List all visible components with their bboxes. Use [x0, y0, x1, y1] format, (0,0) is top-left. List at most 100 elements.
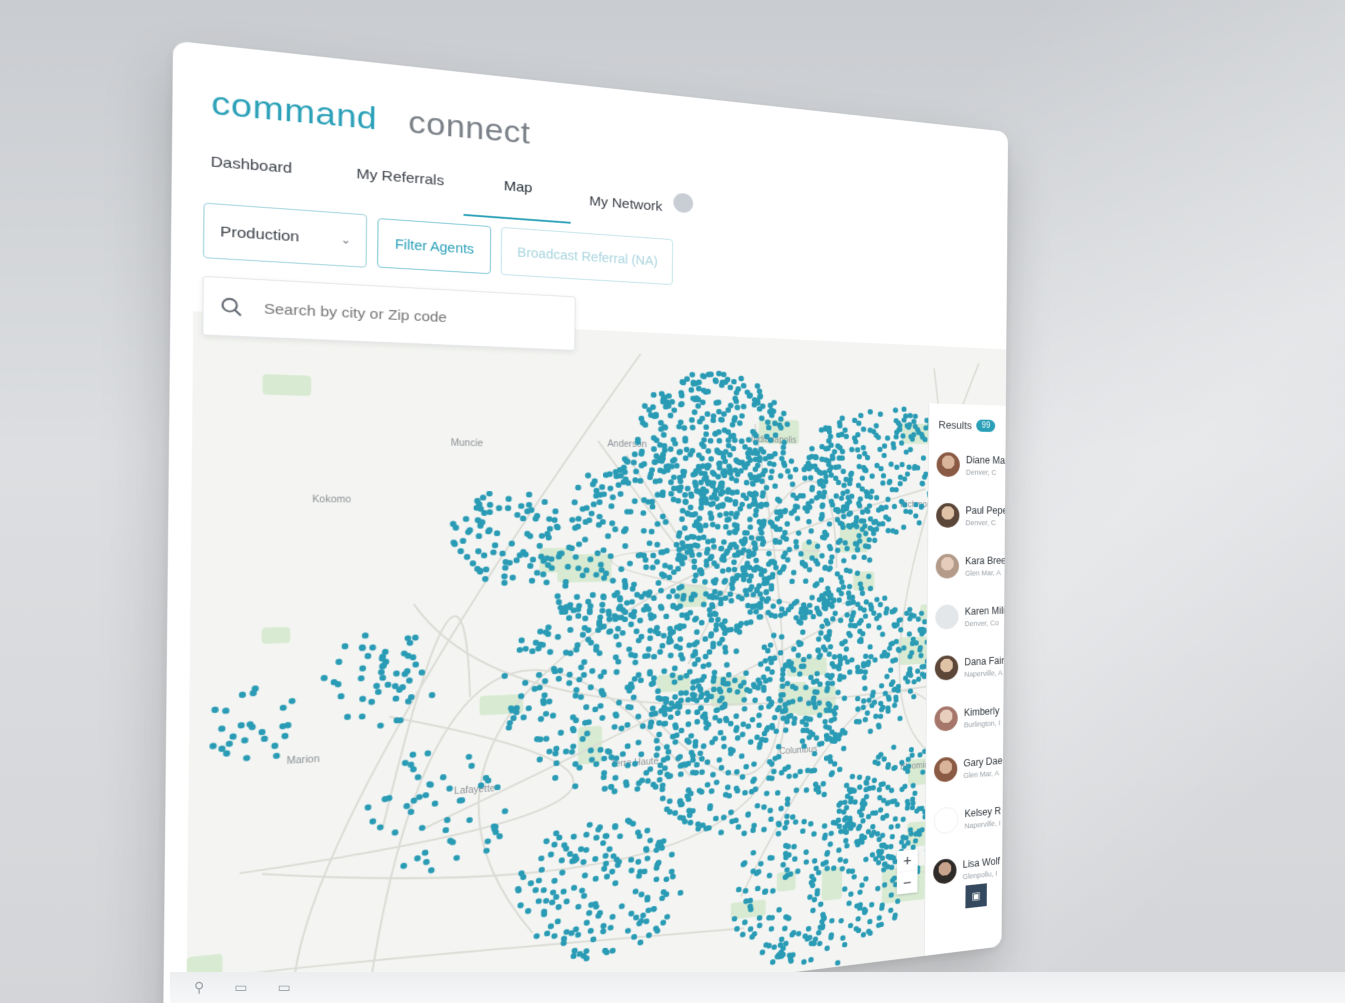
agent-map-pin[interactable]: [258, 728, 266, 736]
agent-map-pin[interactable]: [359, 695, 367, 703]
agent-map-pin[interactable]: [803, 787, 810, 794]
agent-map-pin[interactable]: [672, 809, 679, 817]
agent-map-pin[interactable]: [401, 759, 409, 767]
agent-map-pin[interactable]: [915, 616, 921, 622]
agent-map-pin[interactable]: [720, 371, 727, 378]
agent-map-pin[interactable]: [651, 653, 658, 660]
agent-map-pin[interactable]: [577, 694, 585, 701]
agent-map-pin[interactable]: [344, 713, 351, 721]
agent-map-pin[interactable]: [793, 543, 800, 550]
agent-map-pin[interactable]: [891, 503, 898, 510]
agent-map-pin[interactable]: [718, 829, 724, 836]
agent-map-pin[interactable]: [681, 425, 688, 431]
agent-map-pin[interactable]: [480, 552, 488, 559]
agent-map-pin[interactable]: [702, 470, 708, 477]
keyboard-icon[interactable]: ▭: [234, 979, 247, 996]
agent-map-pin[interactable]: [865, 508, 871, 515]
agent-map-pin[interactable]: [357, 675, 365, 682]
agent-map-pin[interactable]: [636, 920, 643, 927]
agent-map-pin[interactable]: [818, 901, 824, 908]
agent-map-pin[interactable]: [612, 774, 619, 781]
agent-map-pin[interactable]: [567, 626, 574, 633]
agent-map-pin[interactable]: [879, 706, 885, 713]
agent-map-pin[interactable]: [627, 560, 633, 567]
agent-map-pin[interactable]: [752, 499, 758, 506]
agent-map-pin[interactable]: [551, 841, 558, 848]
agent-map-pin[interactable]: [728, 510, 735, 517]
agent-map-pin[interactable]: [699, 372, 706, 379]
agent-map-pin[interactable]: [760, 490, 766, 496]
agent-map-pin[interactable]: [640, 527, 647, 534]
agent-map-pin[interactable]: [716, 408, 722, 415]
agent-map-pin[interactable]: [609, 520, 616, 527]
agent-map-pin[interactable]: [812, 936, 819, 943]
agent-map-pin[interactable]: [738, 375, 745, 382]
agent-map-pin[interactable]: [465, 753, 473, 760]
agent-map-pin[interactable]: [842, 858, 849, 865]
agent-map-pin[interactable]: [518, 637, 525, 644]
agent-map-pin[interactable]: [677, 889, 684, 896]
agent-map-pin[interactable]: [786, 546, 793, 553]
agent-map-pin[interactable]: [508, 540, 515, 547]
agent-map-pin[interactable]: [501, 573, 508, 580]
agent-map-pin[interactable]: [733, 648, 740, 655]
agent-map-pin[interactable]: [358, 713, 366, 720]
agent-map-pin[interactable]: [692, 616, 698, 623]
agent-map-pin[interactable]: [829, 680, 836, 687]
agent-map-pin[interactable]: [699, 455, 705, 462]
agent-map-pin[interactable]: [818, 478, 825, 484]
agent-map-pin[interactable]: [582, 615, 589, 622]
agent-map-pin[interactable]: [711, 491, 718, 498]
agent-map-pin[interactable]: [542, 710, 550, 717]
agent-map-pin[interactable]: [599, 484, 606, 491]
agent-map-pin[interactable]: [904, 610, 910, 617]
agent-map-pin[interactable]: [650, 391, 657, 398]
agent-map-pin[interactable]: [546, 516, 553, 522]
agent-map-pin[interactable]: [554, 593, 561, 600]
agent-map-pin[interactable]: [704, 411, 711, 417]
agent-map-pin[interactable]: [667, 652, 674, 659]
agent-map-pin[interactable]: [891, 744, 897, 751]
agent-map-pin[interactable]: [713, 626, 719, 633]
agent-map-pin[interactable]: [762, 657, 769, 664]
agent-map-pin[interactable]: [666, 798, 673, 805]
agent-map-pin[interactable]: [637, 477, 644, 484]
agent-map-pin[interactable]: [731, 566, 738, 573]
agent-map-pin[interactable]: [646, 540, 653, 547]
agent-map-pin[interactable]: [757, 661, 764, 668]
agent-map-pin[interactable]: [571, 884, 578, 891]
agent-map-pin[interactable]: [672, 739, 679, 746]
agent-map-pin[interactable]: [619, 629, 626, 636]
agent-map-pin[interactable]: [724, 784, 731, 791]
agent-map-pin[interactable]: [902, 783, 908, 790]
agent-map-pin[interactable]: [668, 490, 675, 497]
agent-map-pin[interactable]: [837, 766, 843, 773]
agent-map-pin[interactable]: [381, 795, 389, 803]
agent-map-pin[interactable]: [572, 692, 579, 699]
agent-map-pin[interactable]: [416, 793, 423, 801]
search-input[interactable]: [261, 299, 562, 332]
agent-map-pin[interactable]: [734, 925, 740, 932]
agent-map-pin[interactable]: [469, 560, 477, 567]
agent-map-pin[interactable]: [857, 823, 863, 830]
agent-map-pin[interactable]: [751, 761, 757, 768]
agent-map-pin[interactable]: [893, 638, 899, 645]
agent-map-pin[interactable]: [501, 807, 509, 815]
agent-map-pin[interactable]: [868, 653, 874, 660]
agent-map-pin[interactable]: [726, 529, 733, 536]
agent-map-pin[interactable]: [650, 905, 657, 913]
agent-map-pin[interactable]: [643, 769, 650, 776]
agent-map-pin[interactable]: [780, 861, 786, 868]
agent-map-pin[interactable]: [839, 448, 846, 455]
agent-map-pin[interactable]: [795, 868, 801, 875]
agent-map-pin[interactable]: [593, 834, 600, 841]
agent-map-pin[interactable]: [863, 793, 870, 800]
agent-map-pin[interactable]: [829, 917, 835, 924]
agent-map-pin[interactable]: [647, 837, 654, 844]
agent-map-pin[interactable]: [671, 665, 678, 672]
agent-row[interactable]: Dana Fair Naperville, A: [927, 640, 1004, 694]
agent-map-pin[interactable]: [751, 822, 757, 829]
agent-map-pin[interactable]: [699, 769, 705, 776]
agent-map-pin[interactable]: [713, 815, 719, 822]
agent-map-pin[interactable]: [551, 932, 558, 940]
